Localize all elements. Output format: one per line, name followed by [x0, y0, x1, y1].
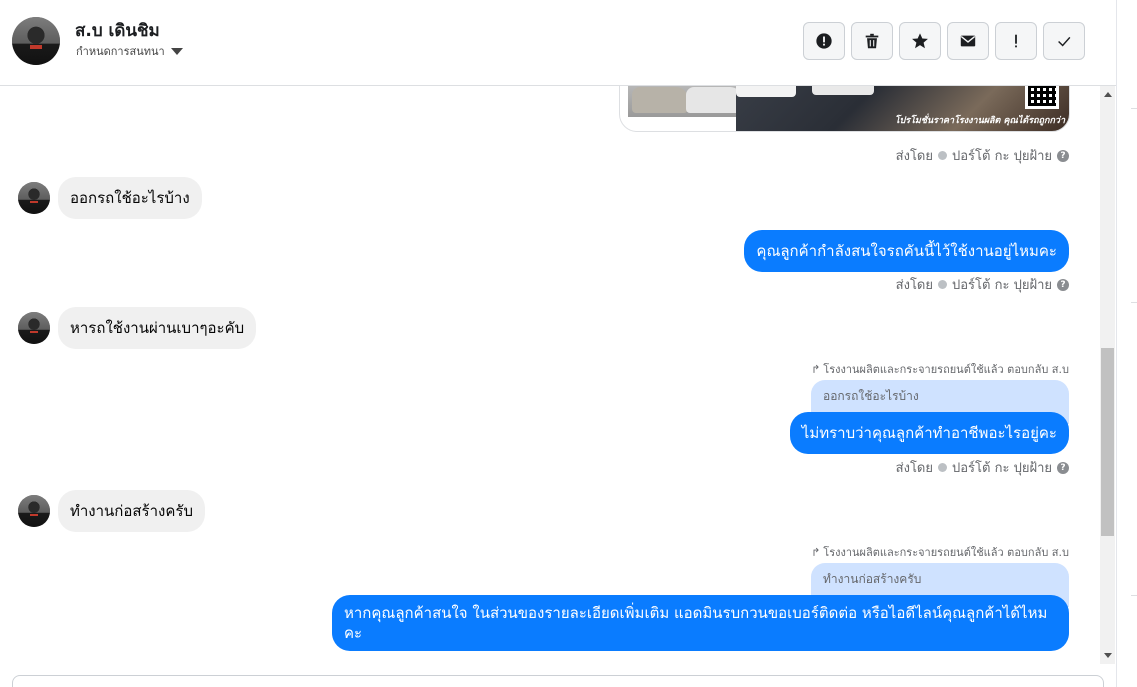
contact-avatar[interactable]	[12, 17, 60, 65]
conversation-settings-dropdown[interactable]: กำหนดการสนทนา	[76, 42, 183, 60]
image-attachment[interactable]: โปรโมชั่นราคาโรงงานผลิต คุณได้รถถูกกว่า	[619, 86, 1070, 132]
promo-caption: โปรโมชั่นราคาโรงงานผลิต คุณได้รถถูกกว่า	[894, 116, 1065, 126]
help-icon[interactable]: ?	[1057, 149, 1069, 162]
done-button[interactable]	[1043, 22, 1085, 60]
star-icon	[912, 33, 928, 49]
reply-arrow-icon: ↱	[811, 362, 821, 376]
message-composer[interactable]	[12, 675, 1104, 687]
conversation-settings-label: กำหนดการสนทนา	[76, 45, 165, 58]
verified-icon	[938, 463, 947, 472]
follow-up-button[interactable]	[995, 22, 1037, 60]
reply-context-label: ↱ โรงงานผลิตและกระจายรถยนต์ใช้แล้ว ตอบกล…	[811, 362, 1069, 377]
message-outgoing[interactable]: คุณลูกค้ากำลังสนใจรถคันนี้ไว้ใช้งานอยู่ไ…	[744, 230, 1069, 272]
star-button[interactable]	[899, 22, 941, 60]
sender-avatar[interactable]	[18, 495, 50, 527]
sender-avatar[interactable]	[18, 182, 50, 214]
message-incoming: ออกรถใช้อะไรบ้าง	[18, 177, 202, 219]
message-bubble[interactable]: ทำงานก่อสร้างครับ	[58, 490, 205, 532]
alert-circle-icon	[816, 33, 832, 49]
scroll-down-arrow-icon[interactable]	[1104, 653, 1112, 658]
sent-by-label: ส่งโดย ปอร์โต้ กะ ปุยฝ้าย ?	[896, 457, 1069, 478]
message-outgoing[interactable]: หากคุณลูกค้าสนใจ ในส่วนของรายละเอียดเพิ่…	[332, 595, 1069, 651]
car-photo	[628, 86, 742, 117]
reply-arrow-icon: ↱	[811, 545, 821, 559]
contact-name[interactable]: ส.บ เดินชิม	[75, 17, 160, 44]
help-icon[interactable]: ?	[1057, 278, 1069, 291]
delete-button[interactable]	[851, 22, 893, 60]
spam-button[interactable]	[803, 22, 845, 60]
conversation-header: ส.บ เดินชิม กำหนดการสนทนา	[0, 0, 1116, 86]
trash-icon	[865, 33, 879, 49]
message-incoming: ทำงานก่อสร้างครับ	[18, 490, 205, 532]
scrollbar-thumb[interactable]	[1101, 348, 1114, 536]
thread-scrollbar[interactable]	[1100, 86, 1115, 664]
exclamation-icon	[1015, 34, 1017, 48]
scroll-up-arrow-icon[interactable]	[1104, 92, 1112, 97]
sent-by-label: ส่งโดย ปอร์โต้ กะ ปุยฝ้าย ?	[896, 145, 1069, 166]
envelope-icon	[960, 35, 976, 47]
message-thread[interactable]: โปรโมชั่นราคาโรงงานผลิต คุณได้รถถูกกว่า …	[0, 86, 1100, 664]
verified-icon	[938, 280, 947, 289]
promo-banner-image: โปรโมชั่นราคาโรงงานผลิต คุณได้รถถูกกว่า	[736, 86, 1069, 131]
mark-unread-button[interactable]	[947, 22, 989, 60]
message-bubble[interactable]: หารถใช้งานผ่านเบาๆอะคับ	[58, 307, 257, 349]
message-bubble[interactable]: ออกรถใช้อะไรบ้าง	[58, 177, 202, 219]
check-icon	[1058, 36, 1071, 47]
verified-icon	[938, 151, 947, 160]
message-incoming: หารถใช้งานผ่านเบาๆอะคับ	[18, 307, 257, 349]
side-panel-edge	[1116, 0, 1137, 687]
reply-context-label: ↱ โรงงานผลิตและกระจายรถยนต์ใช้แล้ว ตอบกล…	[811, 545, 1069, 560]
qr-code-icon	[1025, 86, 1059, 109]
message-outgoing[interactable]: ไม่ทราบว่าคุณลูกค้าทำอาชีพอะไรอยู่คะ	[789, 412, 1069, 454]
help-icon[interactable]: ?	[1057, 461, 1069, 474]
sender-avatar[interactable]	[18, 312, 50, 344]
conversation-toolbar	[803, 22, 1085, 60]
caret-down-icon	[170, 47, 183, 55]
sent-by-label: ส่งโดย ปอร์โต้ กะ ปุยฝ้าย ?	[896, 274, 1069, 295]
